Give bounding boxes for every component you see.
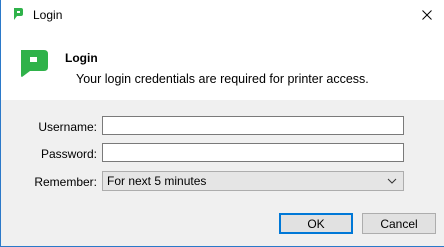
chevron-down-icon (386, 175, 398, 187)
window-title: Login (33, 8, 63, 22)
password-label: Password: (40, 147, 97, 161)
username-label: Username: (38, 120, 97, 134)
brand-logo-icon (19, 48, 49, 78)
username-input[interactable] (102, 116, 404, 135)
header-panel: Login Your login credentials are require… (1, 30, 444, 100)
title-bar: Login (1, 0, 444, 30)
remember-selected-value: For next 5 minutes (107, 174, 207, 188)
close-icon[interactable] (416, 4, 438, 26)
login-dialog: Login Login Your login credentials are r… (0, 0, 444, 247)
header-title: Login (65, 51, 98, 65)
header-subtitle: Your login credentials are required for … (76, 72, 369, 86)
app-icon (13, 8, 23, 20)
remember-label: Remember: (34, 175, 97, 189)
form-panel: Username: Password: Remember: For next 5… (1, 100, 444, 246)
cancel-button[interactable]: Cancel (362, 213, 436, 234)
remember-dropdown[interactable]: For next 5 minutes (102, 171, 404, 191)
password-input[interactable] (102, 143, 404, 162)
ok-button[interactable]: OK (279, 213, 353, 234)
